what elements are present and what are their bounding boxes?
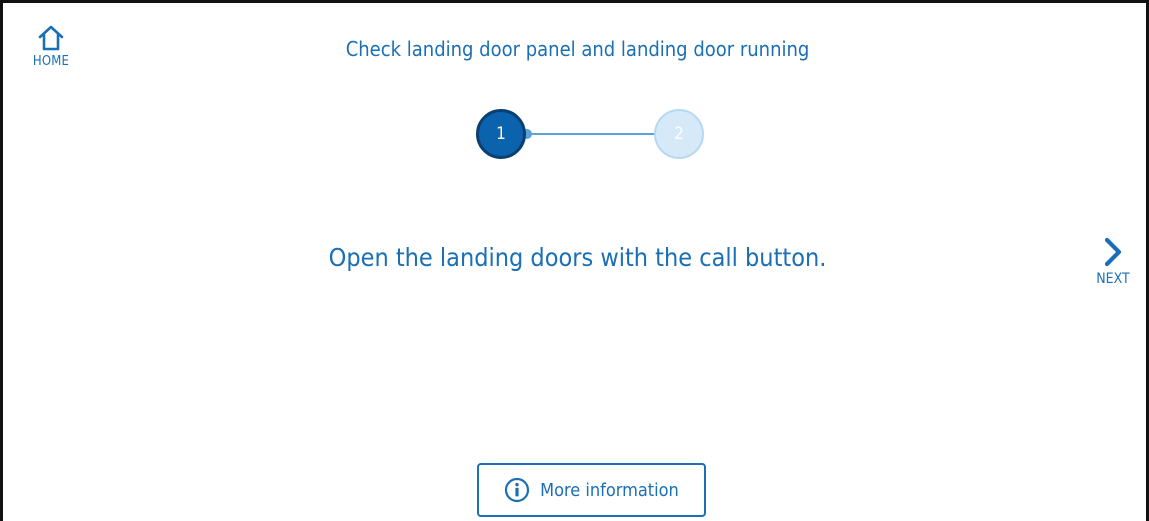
chevron-right-icon <box>1104 237 1122 267</box>
more-information-button[interactable]: More information <box>477 463 706 517</box>
next-label: NEXT <box>1096 271 1130 287</box>
step-indicator: 1 2 <box>474 108 710 162</box>
instruction-text: Open the landing doors with the call but… <box>328 243 827 272</box>
app-frame: HOME Check landing door panel and landin… <box>0 0 1149 521</box>
step-connector <box>526 133 654 135</box>
step-1-circle[interactable]: 1 <box>476 109 526 159</box>
step-2-circle[interactable]: 2 <box>654 109 704 159</box>
info-icon <box>505 477 530 503</box>
page-title: Check landing door panel and landing doo… <box>345 37 810 61</box>
next-button[interactable]: NEXT <box>1088 237 1138 287</box>
more-information-label: More information <box>540 479 679 501</box>
